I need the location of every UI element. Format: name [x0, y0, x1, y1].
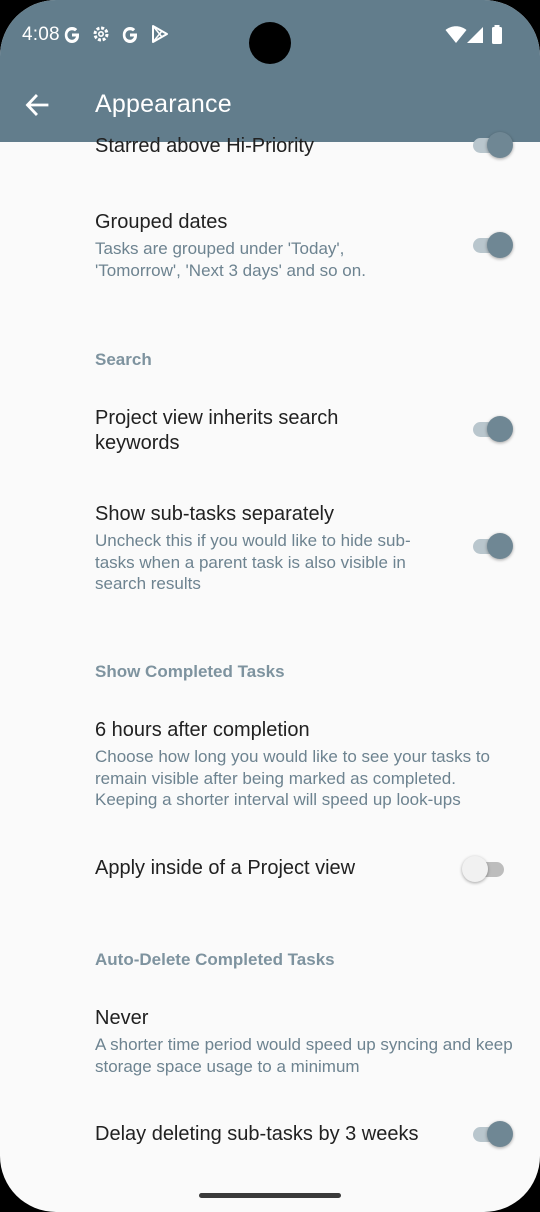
pref-subtitle: Choose how long you would like to see yo…	[95, 747, 491, 809]
status-time: 4:08	[22, 24, 60, 45]
play-store-icon	[150, 24, 170, 49]
settings-icon	[91, 24, 111, 49]
delay-deleting-subtasks-switch[interactable]	[471, 1120, 515, 1148]
page-title: Appearance	[95, 90, 232, 118]
screen: 4:08 Appearance Starred above Hi-Priorit…	[0, 0, 540, 1212]
settings-list: Starred above Hi-Priority Grouped dates …	[0, 132, 540, 1212]
pref-title: Never	[95, 1007, 149, 1029]
pref-title: Grouped dates	[95, 211, 228, 233]
arrow-back-icon	[25, 94, 49, 116]
pref-show-subtasks-separately[interactable]: Show sub-tasks separately Uncheck this i…	[0, 496, 540, 596]
pref-title: Delay deleting sub-tasks by 3 weeks	[95, 1123, 419, 1145]
pref-title: Starred above Hi-Priority	[95, 135, 314, 157]
battery-icon	[491, 25, 503, 50]
home-indicator[interactable]	[199, 1193, 341, 1198]
switch-thumb	[487, 132, 513, 158]
pref-delay-deleting-subtasks[interactable]: Delay deleting sub-tasks by 3 weeks	[0, 1114, 540, 1158]
pref-project-view-inherits-search[interactable]: Project view inherits search keywords	[0, 398, 540, 458]
pref-auto-delete-period[interactable]: Never A shorter time period would speed …	[0, 1000, 540, 1080]
section-header-auto-delete: Auto-Delete Completed Tasks	[95, 950, 335, 969]
pref-subtitle: A shorter time period would speed up syn…	[95, 1035, 513, 1076]
section-header-search: Search	[95, 350, 152, 369]
pref-title: 6 hours after completion	[95, 719, 310, 741]
app-bar: 4:08 Appearance	[0, 0, 540, 142]
pref-apply-inside-project-view[interactable]: Apply inside of a Project view	[0, 848, 540, 892]
google-icon	[62, 24, 82, 49]
google-icon	[120, 24, 140, 49]
pref-completed-visibility-duration[interactable]: 6 hours after completion Choose how long…	[0, 712, 540, 812]
back-button[interactable]	[20, 88, 54, 122]
pref-title: Project view inherits search keywords	[95, 407, 339, 454]
switch-thumb	[487, 416, 513, 442]
pref-title: Show sub-tasks separately	[95, 503, 335, 525]
front-camera	[249, 22, 291, 64]
apply-inside-project-view-switch[interactable]	[462, 855, 508, 883]
starred-above-hi-priority-switch[interactable]	[471, 131, 515, 159]
section-header-show-completed: Show Completed Tasks	[95, 662, 285, 681]
pref-starred-above-hi-priority[interactable]: Starred above Hi-Priority	[0, 131, 540, 174]
pref-subtitle: Tasks are grouped under 'Today', 'Tomorr…	[95, 239, 366, 280]
pref-title: Apply inside of a Project view	[95, 857, 356, 879]
wifi-icon	[445, 26, 467, 49]
grouped-dates-switch[interactable]	[471, 231, 515, 259]
pref-subtitle: Uncheck this if you would like to hide s…	[95, 531, 411, 593]
cell-signal-icon	[466, 26, 484, 49]
switch-thumb	[487, 232, 513, 258]
switch-thumb	[487, 533, 513, 559]
project-view-inherits-search-switch[interactable]	[471, 415, 515, 443]
pref-grouped-dates[interactable]: Grouped dates Tasks are grouped under 'T…	[0, 204, 540, 294]
switch-thumb	[487, 1121, 513, 1147]
show-subtasks-separately-switch[interactable]	[471, 532, 515, 560]
switch-thumb	[462, 856, 488, 882]
